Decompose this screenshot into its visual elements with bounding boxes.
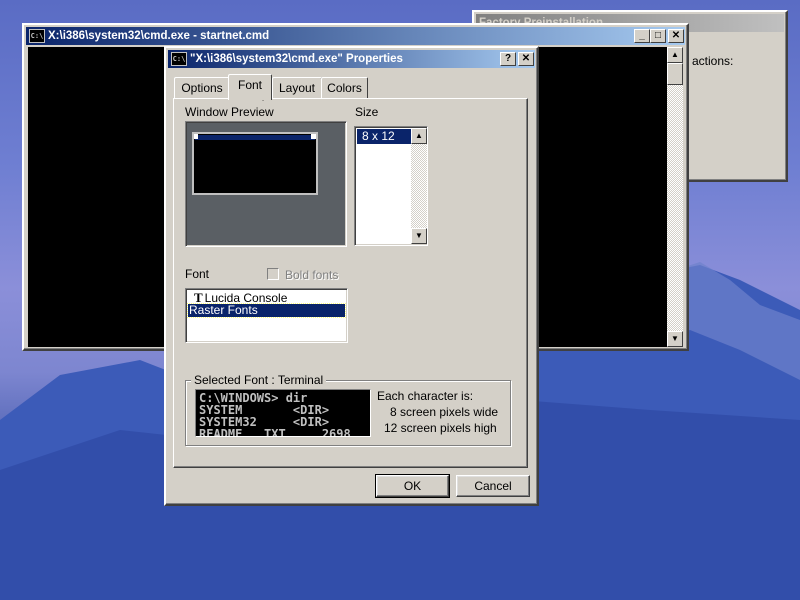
font-listbox[interactable]: T Lucida Console Raster Fonts <box>185 288 348 343</box>
font-item-raster-fonts[interactable]: Raster Fonts <box>187 303 346 318</box>
sample-line-4: README TXT 2698 <box>199 427 351 437</box>
tab-layout[interactable]: Layout <box>272 77 322 99</box>
size-scroll-down[interactable]: ▼ <box>411 228 427 244</box>
preview-console-window <box>192 132 318 195</box>
tab-layout-label: Layout <box>278 81 316 95</box>
size-scroll-up[interactable]: ▲ <box>411 128 427 144</box>
font-sample-preview: C:\WINDOWS> dir SYSTEM <DIR> SYSTEM32 <D… <box>195 389 371 437</box>
size-option-label: 8 x 12 <box>362 129 395 143</box>
window-preview-label: Window Preview <box>185 105 274 119</box>
size-option-selected[interactable]: 8 x 12 <box>357 129 411 144</box>
char-width-text: 8 screen pixels wide <box>390 405 499 419</box>
tab-options-label: Options <box>181 81 223 95</box>
tab-font-label: Font <box>237 78 262 92</box>
char-height-text: 12 screen pixels high <box>384 421 497 435</box>
size-listbox[interactable]: 8 x 12 ▲ ▼ <box>354 126 428 246</box>
ok-button[interactable]: OK <box>375 474 450 498</box>
ok-label: OK <box>403 479 422 493</box>
char-info-title: Each character is: <box>377 389 474 403</box>
scroll-up-icon: ▲ <box>415 131 423 140</box>
cancel-button[interactable]: Cancel <box>456 475 530 497</box>
tab-colors-label: Colors <box>327 81 362 95</box>
font-item-label: Raster Fonts <box>189 303 258 317</box>
window-preview <box>185 121 347 247</box>
selected-font-label: Selected Font : Terminal <box>191 373 327 387</box>
bold-fonts-checkbox[interactable] <box>267 268 279 280</box>
bold-fonts-label: Bold fonts <box>285 268 339 282</box>
size-label: Size <box>355 105 379 119</box>
size-scrollbar[interactable] <box>411 128 427 244</box>
cancel-label: Cancel <box>474 479 512 493</box>
tab-font[interactable]: Font <box>228 74 272 100</box>
tab-options[interactable]: Options <box>174 77 230 99</box>
tab-colors[interactable]: Colors <box>321 77 368 99</box>
scroll-down-icon: ▼ <box>415 231 423 240</box>
font-label: Font <box>185 267 210 281</box>
